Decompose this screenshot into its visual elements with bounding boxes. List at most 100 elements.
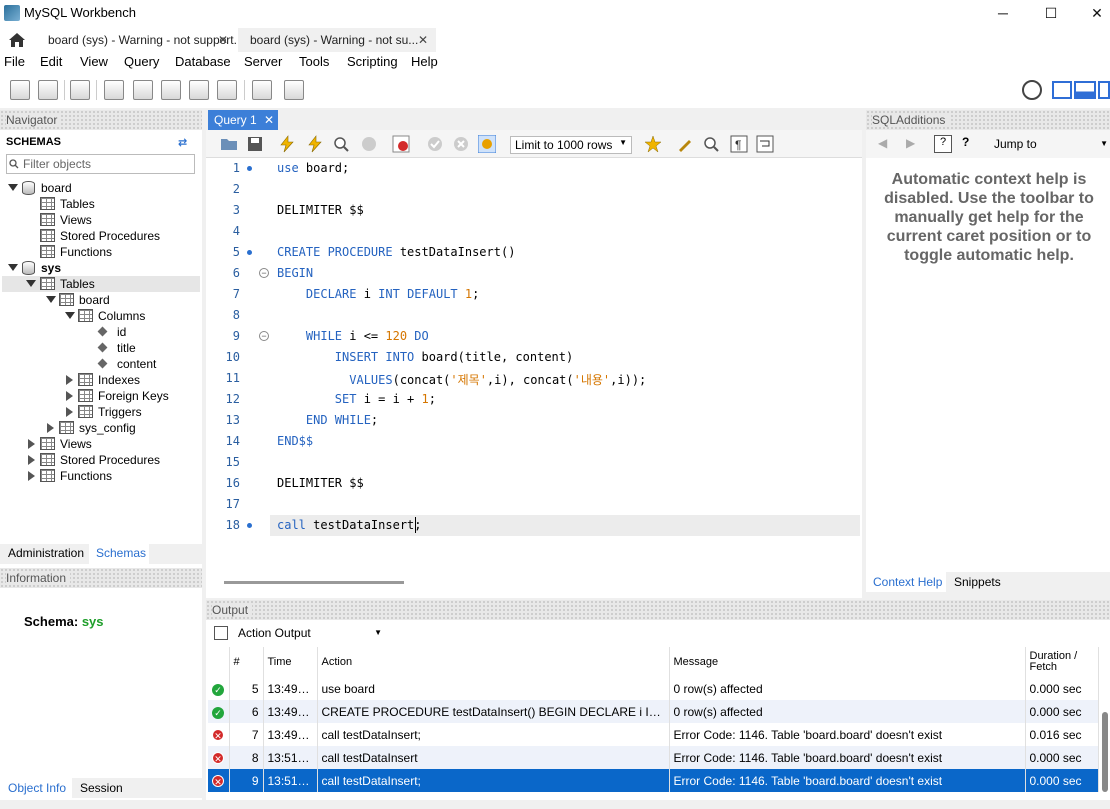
tree-node-tables[interactable]: Tables xyxy=(60,277,95,291)
reconnect-icon[interactable] xyxy=(284,80,304,100)
tree-node-stored-procedures[interactable]: Stored Procedures xyxy=(60,453,160,467)
tab-context-help[interactable]: Context Help xyxy=(866,572,946,592)
column-header-number[interactable]: # xyxy=(229,647,264,677)
tree-node-functions[interactable]: Functions xyxy=(60,245,112,259)
tab-schemas[interactable]: Schemas xyxy=(89,544,149,564)
expand-arrow-icon[interactable] xyxy=(26,280,36,287)
expand-arrow-icon[interactable] xyxy=(8,264,18,271)
collapse-arrow-icon[interactable] xyxy=(47,423,54,433)
execute-lightning-icon[interactable] xyxy=(278,135,296,153)
tree-node-tables[interactable]: Tables xyxy=(60,197,95,211)
column-header-time[interactable]: Time xyxy=(263,647,318,677)
close-button[interactable]: ✕ xyxy=(1074,0,1110,28)
document-tab-2[interactable]: board (sys) - Warning - not su... ✕ xyxy=(238,28,436,52)
tab-administration[interactable]: Administration xyxy=(0,544,88,564)
collapse-arrow-icon[interactable] xyxy=(28,455,35,465)
tree-column-title[interactable]: title xyxy=(117,341,136,355)
menu-help[interactable]: Help xyxy=(411,54,438,69)
create-view-icon[interactable] xyxy=(161,80,181,100)
home-icon[interactable] xyxy=(8,31,26,49)
scrollbar-thumb[interactable] xyxy=(224,581,404,584)
toggle-output-icon[interactable] xyxy=(1074,81,1096,99)
close-tab-icon[interactable]: ✕ xyxy=(218,28,228,52)
tab-snippets[interactable]: Snippets xyxy=(948,572,1014,592)
collapse-arrow-icon[interactable] xyxy=(66,391,73,401)
tree-node-foreign-keys[interactable]: Foreign Keys xyxy=(98,389,169,403)
expand-arrow-icon[interactable] xyxy=(46,296,56,303)
tree-node-views[interactable]: Views xyxy=(60,437,92,451)
create-procedure-icon[interactable] xyxy=(189,80,209,100)
minimize-button[interactable]: ─ xyxy=(980,0,1026,28)
forward-arrow-icon[interactable]: ▶ xyxy=(906,136,915,150)
menu-database[interactable]: Database xyxy=(175,54,231,69)
beautify-broom-icon[interactable] xyxy=(676,135,694,153)
maximize-button[interactable]: ☐ xyxy=(1028,0,1074,28)
tree-node-triggers[interactable]: Triggers xyxy=(98,405,142,419)
tree-table-sys-config[interactable]: sys_config xyxy=(79,421,136,435)
limit-rows-select[interactable]: Limit to 1000 rows ▼ xyxy=(510,136,632,154)
tree-node-stored-procedures[interactable]: Stored Procedures xyxy=(60,229,160,243)
table-row[interactable]: ✕ 7 13:49:48 call testDataInsert; Error Code… xyxy=(208,723,1099,746)
menu-query[interactable]: Query xyxy=(124,54,159,69)
output-vertical-scrollbar[interactable] xyxy=(1102,712,1108,792)
document-tab-1[interactable]: board (sys) - Warning - not support... ✕ xyxy=(36,28,236,52)
tree-node-functions[interactable]: Functions xyxy=(60,469,112,483)
tree-column-id[interactable]: id xyxy=(117,325,126,339)
table-row[interactable]: ✕ 8 13:51:22 call testDataInsert Error Code:… xyxy=(208,746,1099,769)
open-sql-script-icon[interactable] xyxy=(38,80,58,100)
menu-tools[interactable]: Tools xyxy=(299,54,329,69)
tree-node-indexes[interactable]: Indexes xyxy=(98,373,140,387)
save-icon[interactable] xyxy=(246,135,264,153)
open-file-icon[interactable] xyxy=(220,135,238,153)
menu-edit[interactable]: Edit xyxy=(40,54,62,69)
stop-hand-icon[interactable] xyxy=(360,135,378,153)
settings-gear-icon[interactable] xyxy=(1022,80,1042,100)
tree-node-views[interactable]: Views xyxy=(60,213,92,227)
column-header-duration[interactable]: Duration / Fetch xyxy=(1025,647,1099,677)
autocommit-toggle-icon[interactable] xyxy=(478,135,496,153)
editor-horizontal-scrollbar[interactable] xyxy=(206,576,862,598)
tree-node-columns[interactable]: Columns xyxy=(98,309,145,323)
collapse-arrow-icon[interactable] xyxy=(66,407,73,417)
tab-object-info[interactable]: Object Info xyxy=(0,778,72,798)
fold-toggle-icon[interactable]: − xyxy=(259,268,269,278)
refresh-schemas-icon[interactable]: ⇄ xyxy=(178,136,190,149)
find-icon[interactable] xyxy=(702,135,720,153)
new-sql-tab-icon[interactable] xyxy=(10,80,30,100)
expand-arrow-icon[interactable] xyxy=(8,184,18,191)
wrap-lines-icon[interactable] xyxy=(756,135,774,153)
column-header-action[interactable]: Action xyxy=(317,647,670,677)
tree-schema-sys[interactable]: sys xyxy=(41,261,61,275)
output-type-select[interactable]: Action Output ▼ xyxy=(236,624,384,642)
statement-marker-icon[interactable] xyxy=(247,523,252,528)
invisible-chars-icon[interactable]: ¶ xyxy=(730,135,748,153)
close-query-tab-icon[interactable]: ✕ xyxy=(264,110,274,130)
execute-statement-icon[interactable] xyxy=(306,135,324,153)
menu-scripting[interactable]: Scripting xyxy=(347,54,398,69)
fold-toggle-icon[interactable]: − xyxy=(259,331,269,341)
tree-table-board[interactable]: board xyxy=(79,293,110,307)
collapse-arrow-icon[interactable] xyxy=(66,375,73,385)
auto-help-toggle-icon[interactable]: ? xyxy=(962,135,980,153)
toggle-sidebar-icon[interactable] xyxy=(1052,81,1072,99)
add-bookmark-star-icon[interactable] xyxy=(644,135,662,153)
create-function-icon[interactable] xyxy=(217,80,237,100)
column-header-message[interactable]: Message xyxy=(669,647,1026,677)
table-row[interactable]: ✕ 9 13:51:25 call testDataInsert; Error Code… xyxy=(208,769,1099,792)
create-schema-icon[interactable] xyxy=(104,80,124,100)
close-tab-icon[interactable]: ✕ xyxy=(418,28,428,52)
copy-output-icon[interactable] xyxy=(214,626,228,640)
tree-column-content[interactable]: content xyxy=(117,357,156,371)
stop-on-error-icon[interactable] xyxy=(392,135,410,153)
tab-session[interactable]: Session xyxy=(74,778,144,798)
inspector-icon[interactable] xyxy=(70,80,90,100)
search-table-data-icon[interactable] xyxy=(252,80,272,100)
manual-help-icon[interactable]: ? xyxy=(934,135,952,153)
create-table-icon[interactable] xyxy=(133,80,153,100)
collapse-arrow-icon[interactable] xyxy=(28,471,35,481)
explain-magnifier-icon[interactable] xyxy=(332,135,350,153)
menu-file[interactable]: File xyxy=(4,54,25,69)
menu-view[interactable]: View xyxy=(80,54,108,69)
table-row[interactable]: ✓ 6 13:49:43 CREATE PROCEDURE testDataInser… xyxy=(208,700,1099,723)
toggle-secondary-sidebar-icon[interactable] xyxy=(1098,81,1110,99)
